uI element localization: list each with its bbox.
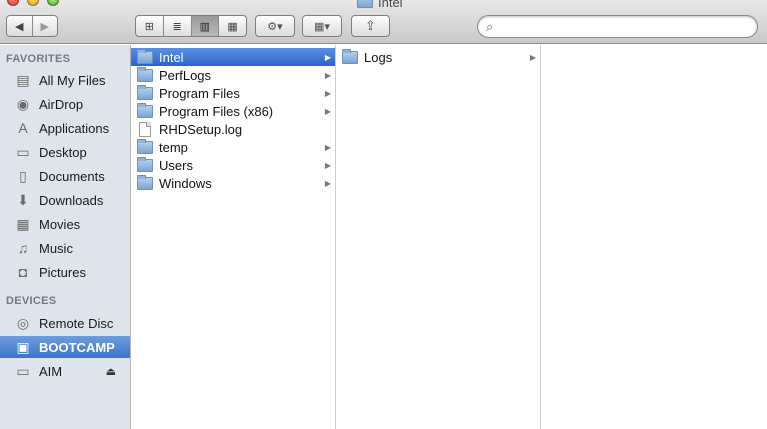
sidebar: FAVORITES ▤ All My Files ◉ AirDrop A App… — [0, 45, 131, 429]
pictures-icon: ◘ — [18, 264, 28, 280]
disclosure-arrow-icon: ▶ — [529, 52, 536, 62]
folder-icon — [137, 66, 153, 82]
movies-icon: ▦ — [16, 215, 30, 232]
window-title-text: Intel — [378, 0, 403, 10]
sidebar-item-music[interactable]: ♫ Music — [0, 237, 130, 259]
list-item-windows[interactable]: Windows ▶ — [131, 174, 335, 192]
folder-icon — [137, 48, 153, 64]
drive-icon: ▣ — [16, 338, 30, 355]
disclosure-arrow-icon: ▶ — [324, 52, 331, 62]
sidebar-item-label: All My Files — [39, 72, 106, 88]
back-forward-control: ◀ ▶ — [6, 15, 58, 37]
external-drive-icon: ▭ — [16, 362, 30, 379]
list-item-program-files[interactable]: Program Files ▶ — [131, 84, 335, 102]
item-name: Logs — [364, 49, 393, 65]
item-name: RHDSetup.log — [159, 121, 243, 137]
search-input[interactable] — [504, 19, 749, 34]
folder-icon — [137, 102, 153, 118]
disclosure-arrow-icon: ▶ — [324, 142, 331, 152]
desktop-icon: ▭ — [16, 143, 30, 160]
sidebar-item-remote-disc[interactable]: ◎ Remote Disc — [0, 312, 130, 334]
item-name: Program Files — [159, 85, 240, 101]
toolbar: Intel ◀ ▶ ⊞ ≣ ▥ ▦ ⚙▾ ▦▾ ⇪ ⌕ — [0, 0, 767, 44]
sidebar-item-aim[interactable]: ▭ AIM ⏏ — [0, 360, 130, 382]
minimize-window-button[interactable] — [27, 0, 39, 6]
remote-disc-icon: ◎ — [16, 314, 30, 331]
icon-view-button[interactable]: ⊞ — [136, 16, 164, 36]
folder-icon — [342, 48, 358, 64]
item-name: Intel — [159, 49, 184, 65]
document-icon — [139, 121, 151, 137]
sidebar-item-label: AirDrop — [39, 96, 84, 112]
applications-icon: A — [18, 120, 28, 136]
documents-icon: ▯ — [19, 167, 27, 184]
folder-icon — [137, 156, 153, 172]
list-item-program-files-x86[interactable]: Program Files (x86) ▶ — [131, 102, 335, 120]
coverflow-view-button[interactable]: ▦ — [219, 16, 246, 36]
sidebar-item-label: BOOTCAMP — [39, 339, 115, 355]
folder-icon — [137, 174, 153, 190]
list-item-logs[interactable]: Logs ▶ — [336, 48, 540, 66]
sidebar-item-label: AIM — [39, 363, 63, 379]
sidebar-item-downloads[interactable]: ⬇ Downloads — [0, 189, 130, 211]
sidebar-item-label: Music — [39, 240, 73, 256]
sidebar-item-label: Downloads — [39, 192, 104, 208]
sidebar-item-pictures[interactable]: ◘ Pictures — [0, 261, 130, 283]
list-view-button[interactable]: ≣ — [164, 16, 192, 36]
action-button[interactable]: ⚙▾ — [255, 15, 295, 37]
column-3 — [541, 45, 767, 429]
disclosure-arrow-icon: ▶ — [324, 160, 331, 170]
back-button[interactable]: ◀ — [7, 16, 33, 36]
window-title: Intel — [357, 0, 403, 10]
disclosure-arrow-icon: ▶ — [324, 70, 331, 80]
list-item-temp[interactable]: temp ▶ — [131, 138, 335, 156]
column-view-button[interactable]: ▥ — [191, 16, 220, 36]
item-name: PerfLogs — [159, 67, 212, 83]
music-icon: ♫ — [17, 240, 29, 256]
all-files-icon: ▤ — [16, 71, 30, 88]
list-item-intel[interactable]: Intel ▶ — [131, 48, 335, 66]
folder-icon — [137, 138, 153, 154]
item-name: Program Files (x86) — [159, 103, 274, 119]
sidebar-item-desktop[interactable]: ▭ Desktop — [0, 141, 130, 163]
disclosure-arrow-icon: ▶ — [324, 88, 331, 98]
arrange-button[interactable]: ▦▾ — [302, 15, 342, 37]
sidebar-item-label: Pictures — [39, 264, 86, 280]
sidebar-item-movies[interactable]: ▦ Movies — [0, 213, 130, 235]
list-item-users[interactable]: Users ▶ — [131, 156, 335, 174]
favorites-header: FAVORITES — [6, 53, 71, 65]
zoom-window-button[interactable] — [47, 0, 59, 6]
column-2: Logs ▶ — [336, 45, 541, 429]
view-mode-control: ⊞ ≣ ▥ ▦ — [135, 15, 247, 37]
disclosure-arrow-icon: ▶ — [324, 106, 331, 116]
list-item-rhdsetup-log[interactable]: RHDSetup.log — [131, 120, 335, 138]
downloads-icon: ⬇ — [17, 191, 29, 208]
forward-button[interactable]: ▶ — [33, 16, 58, 36]
disclosure-arrow-icon: ▶ — [324, 178, 331, 188]
devices-header: DEVICES — [6, 295, 57, 307]
sidebar-item-label: Remote Disc — [39, 315, 114, 331]
column-1: Intel ▶ PerfLogs ▶ Program Files ▶ Progr… — [131, 45, 336, 429]
eject-icon[interactable]: ⏏ — [106, 365, 116, 378]
close-window-button[interactable] — [7, 0, 19, 6]
sidebar-item-all-my-files[interactable]: ▤ All My Files — [0, 69, 130, 91]
search-icon: ⌕ — [486, 19, 494, 34]
sidebar-item-bootcamp[interactable]: ▣ BOOTCAMP — [0, 336, 130, 358]
item-name: Windows — [159, 175, 212, 191]
folder-icon — [137, 84, 153, 100]
sidebar-item-airdrop[interactable]: ◉ AirDrop — [0, 93, 130, 115]
share-button[interactable]: ⇪ — [351, 15, 390, 37]
sidebar-item-label: Movies — [39, 216, 81, 232]
sidebar-item-label: Desktop — [39, 144, 87, 160]
sidebar-item-label: Documents — [39, 168, 105, 184]
sidebar-item-documents[interactable]: ▯ Documents — [0, 165, 130, 187]
item-name: Users — [159, 157, 193, 173]
airdrop-icon: ◉ — [16, 95, 30, 112]
sidebar-item-label: Applications — [39, 120, 110, 136]
sidebar-item-applications[interactable]: A Applications — [0, 117, 130, 139]
folder-icon — [357, 0, 373, 8]
list-item-perflogs[interactable]: PerfLogs ▶ — [131, 66, 335, 84]
search-field[interactable]: ⌕ — [477, 15, 758, 38]
item-name: temp — [159, 139, 188, 155]
